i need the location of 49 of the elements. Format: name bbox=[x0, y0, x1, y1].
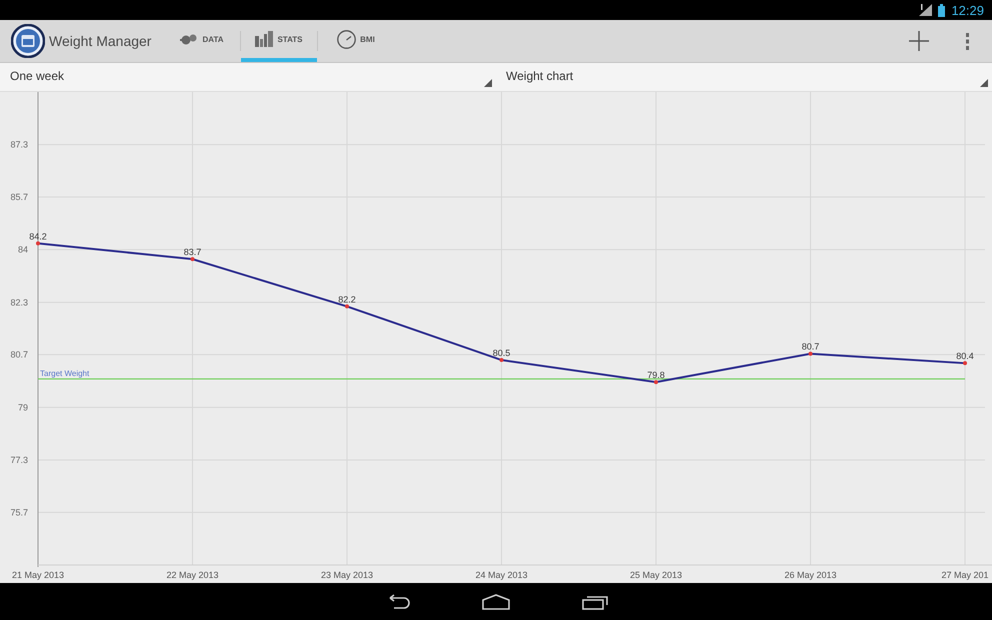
x-tick-label: 23 May 2013 bbox=[320, 570, 374, 580]
dropdown[interactable]: One week bbox=[0, 63, 496, 91]
y-tick-label: 87.3 bbox=[10, 140, 28, 150]
tab[interactable]: BMI bbox=[318, 20, 394, 62]
data-label: 83.7 bbox=[184, 247, 202, 258]
target-label: Target Weight bbox=[40, 368, 90, 378]
gauge-icon bbox=[337, 30, 356, 48]
bar-chart-icon bbox=[255, 31, 274, 47]
x-tick-label: 22 May 2013 bbox=[166, 570, 219, 580]
tab[interactable]: DATA bbox=[164, 20, 240, 62]
add-button[interactable] bbox=[909, 31, 929, 51]
data-point-icon bbox=[190, 257, 194, 262]
data-label: 80.4 bbox=[956, 351, 974, 362]
logo-icon[interactable] bbox=[11, 24, 45, 58]
y-tick-label: 80.7 bbox=[10, 350, 28, 360]
y-tick-label: 77.3 bbox=[10, 455, 28, 465]
data-label: 80.7 bbox=[802, 342, 820, 352]
x-tick-label: 27 May 201 bbox=[941, 570, 989, 580]
x-tick-label: 21 May 2013 bbox=[12, 570, 64, 580]
recents-icon[interactable] bbox=[582, 594, 610, 610]
menu-icon bbox=[965, 32, 970, 50]
dropdown-corner-icon bbox=[980, 79, 988, 87]
data-point-icon bbox=[500, 358, 504, 362]
y-tick-label: 85.7 bbox=[10, 192, 28, 202]
x-tick-label: 24 May 2013 bbox=[475, 570, 528, 580]
data-label: 79.8 bbox=[647, 370, 665, 380]
y-tick-label: 84 bbox=[18, 244, 28, 255]
plus-icon bbox=[909, 31, 929, 51]
data-point-icon bbox=[963, 361, 967, 366]
signal-icon bbox=[919, 4, 932, 16]
data-point-icon bbox=[36, 241, 40, 246]
data-label: 82.2 bbox=[338, 294, 356, 304]
data-point-icon bbox=[345, 304, 349, 308]
x-tick-label: 26 May 2013 bbox=[784, 570, 837, 580]
x-tick-label: 25 May 2013 bbox=[630, 570, 682, 580]
app-title: Weight Manager bbox=[49, 33, 152, 49]
dropdown-corner-icon bbox=[484, 79, 492, 87]
y-tick-label: 79 bbox=[18, 402, 28, 412]
data-point-icon bbox=[654, 380, 658, 384]
dropdown[interactable]: Weight chart bbox=[496, 63, 992, 91]
data-point-icon bbox=[808, 352, 812, 356]
overflow-menu-button[interactable] bbox=[965, 32, 970, 50]
data-label: 80.5 bbox=[492, 348, 510, 358]
battery-icon bbox=[938, 4, 946, 16]
status-time: 12:29 bbox=[951, 2, 984, 18]
y-tick-label: 75.7 bbox=[10, 507, 28, 518]
home-icon[interactable] bbox=[482, 594, 510, 610]
y-tick-label: 82.3 bbox=[10, 297, 28, 308]
data-label: 84.2 bbox=[29, 231, 47, 242]
